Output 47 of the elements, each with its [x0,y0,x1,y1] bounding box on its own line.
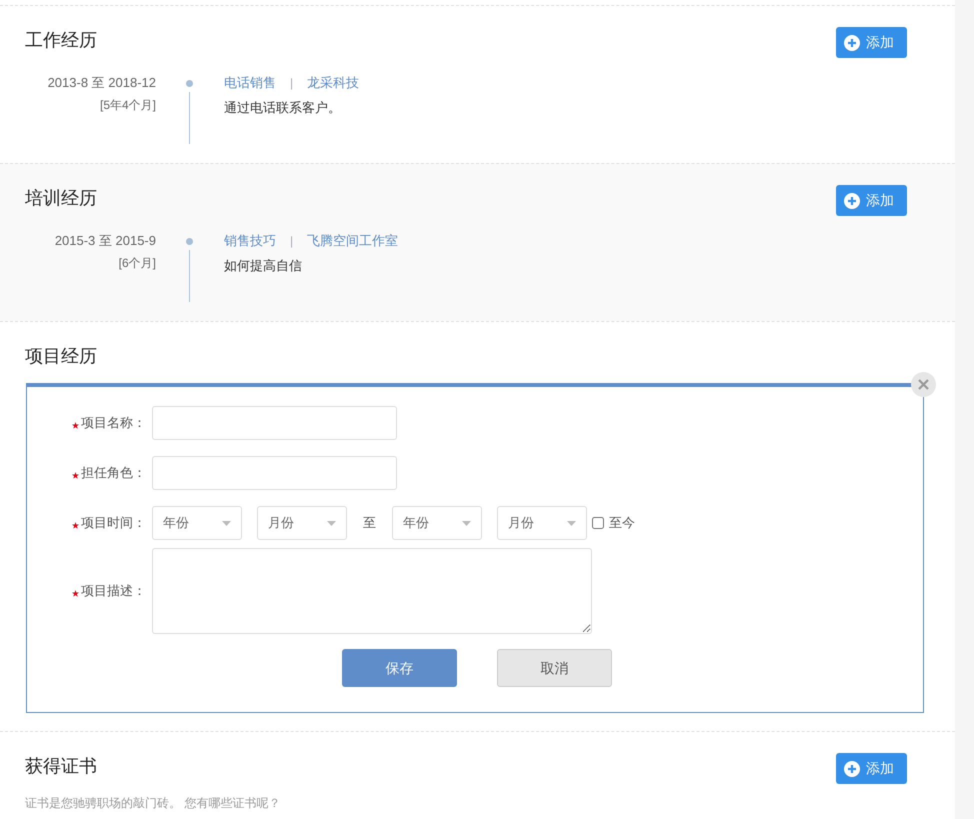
dropdown-select[interactable]: 年份 [392,506,482,540]
text-input[interactable] [152,406,397,440]
add-button[interactable]: 添加 [836,185,907,216]
caret-down-icon [567,520,576,526]
duration: [5年4个月] [100,97,156,114]
until-now-checkbox[interactable] [592,517,604,529]
dropdown-select[interactable]: 年份 [152,506,242,540]
section-title: 获得证书 [25,755,97,778]
duration: [6个月] [118,255,156,272]
range-separator: 至 [362,514,377,532]
organization-link[interactable]: 龙采科技 [307,74,360,92]
dropdown-select[interactable]: 月份 [497,506,587,540]
separator: | [290,233,294,250]
dropdown-select[interactable]: 月份 [257,506,347,540]
text-input[interactable] [152,456,397,490]
timeline-line [188,250,190,302]
timeline-line [188,92,190,144]
date-range: 2013-8 至 2018-12 [48,74,156,92]
field-label: 项目名称： [81,414,146,432]
organization-link[interactable]: 飞腾空间工作室 [307,232,398,250]
checkbox-label: 至今 [609,514,635,532]
hint-text: 证书是您驰骋职场的敲门砖。 您有哪些证书呢？ [24,795,282,812]
field-label: 项目时间： [81,514,146,532]
plus-circle-icon [844,34,860,50]
description: 如何提高自信 [224,257,303,275]
description-textarea[interactable] [152,548,592,634]
plus-circle-icon [844,192,860,208]
field-label: 担任角色： [81,464,146,482]
plus-circle-icon [844,760,860,776]
separator: | [290,75,294,92]
field-label: 项目描述： [81,582,146,600]
close-icon [918,379,929,390]
section-title: 项目经历 [25,345,97,368]
cancel-button[interactable]: 取消 [497,649,612,687]
description: 通过电话联系客户。 [224,99,342,117]
role-link[interactable]: 电话销售 [224,74,276,92]
close-button[interactable] [911,372,936,397]
section-title: 培训经历 [25,187,97,210]
save-button[interactable]: 保存 [342,649,457,687]
role-link[interactable]: 销售技巧 [224,232,276,250]
add-button[interactable]: 添加 [836,27,907,58]
add-button[interactable]: 添加 [836,753,907,784]
date-range: 2015-3 至 2015-9 [54,232,156,250]
caret-down-icon [327,520,336,526]
section-title: 工作经历 [25,29,97,52]
caret-down-icon [462,520,471,526]
caret-down-icon [222,520,231,526]
